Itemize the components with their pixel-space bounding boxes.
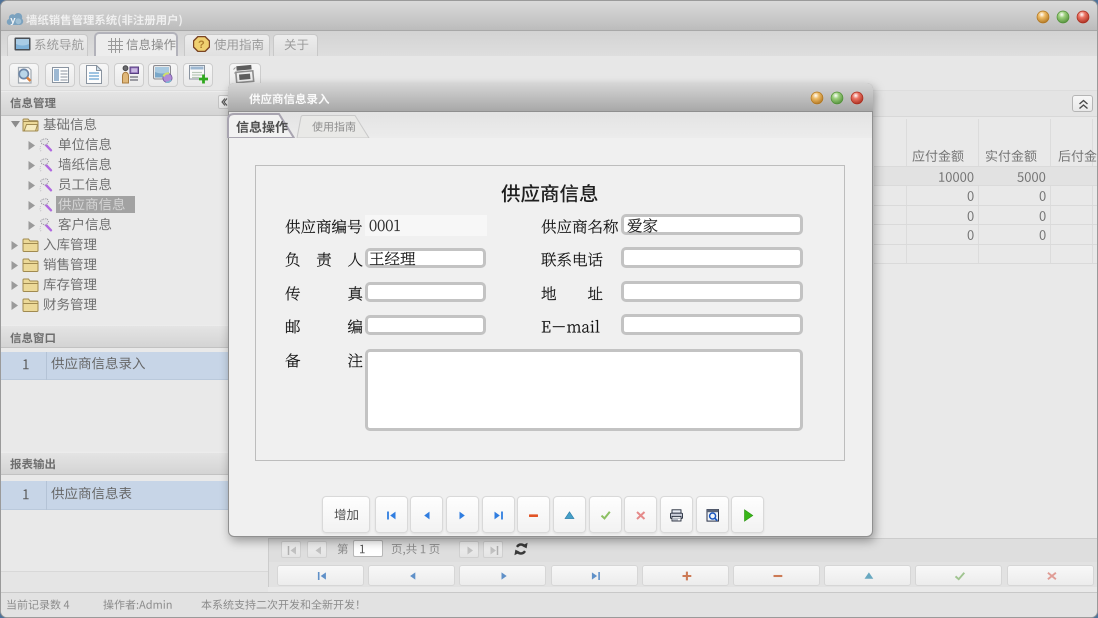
svg-text:y: y xyxy=(10,15,16,26)
svg-text:?: ? xyxy=(198,39,205,51)
